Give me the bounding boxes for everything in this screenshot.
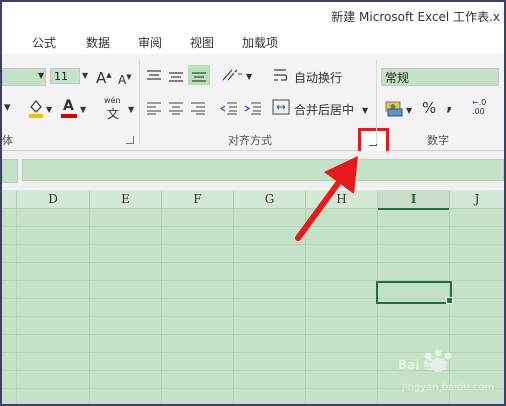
annotation-arrow — [295, 156, 358, 241]
excel-window: 新建 Microsoft Excel 工作表.x 公式 数据 审阅 视图 加载项… — [2, 2, 504, 404]
